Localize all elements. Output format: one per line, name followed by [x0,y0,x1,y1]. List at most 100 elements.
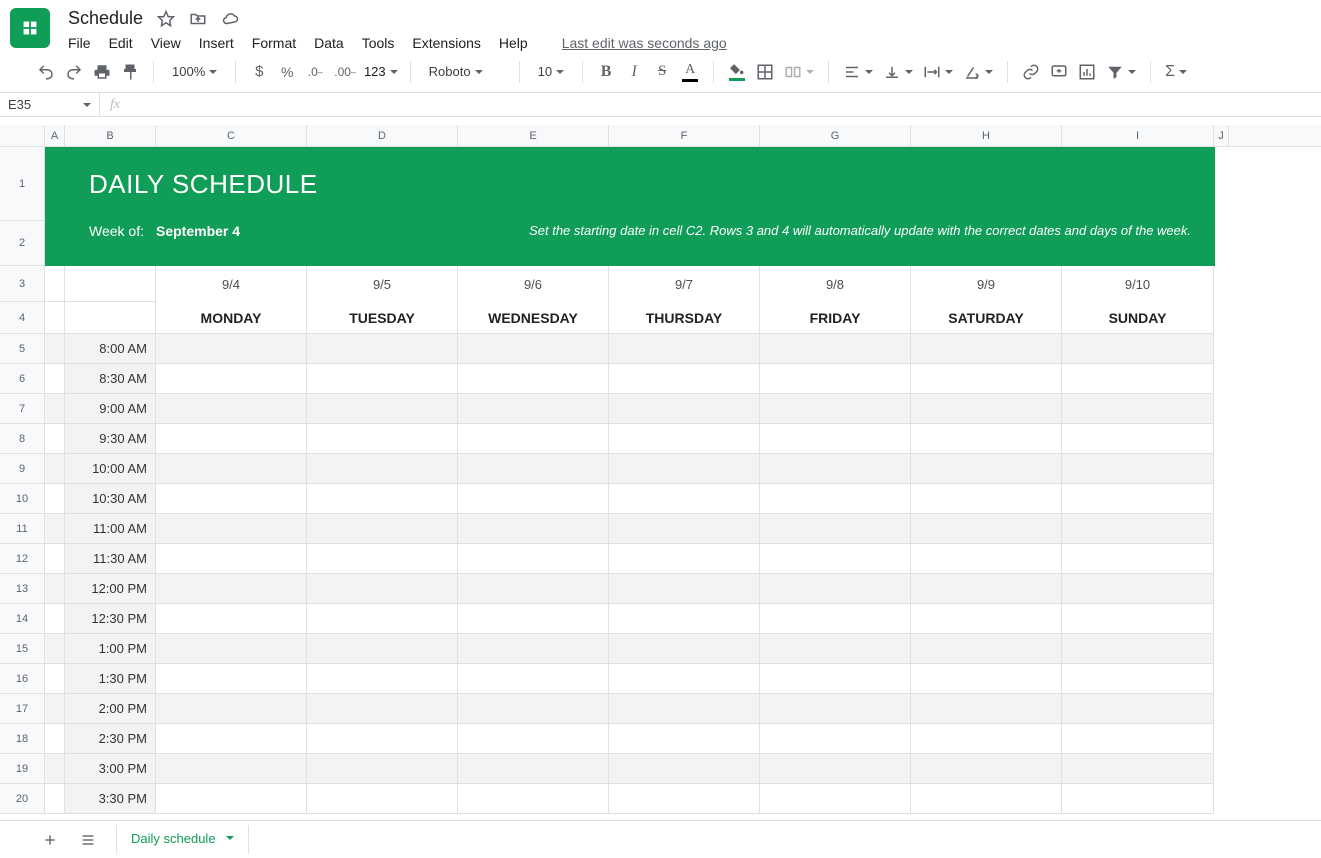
cell[interactable] [458,784,609,814]
menu-help[interactable]: Help [499,35,528,51]
menu-file[interactable]: File [68,35,91,51]
cell[interactable] [458,574,609,604]
week-of-date[interactable]: September 4 [156,221,307,266]
cell[interactable] [45,694,65,724]
cell[interactable] [307,604,458,634]
cell[interactable] [156,334,307,364]
cell[interactable] [45,754,65,784]
time-label[interactable]: 3:00 PM [65,754,156,784]
week-of-label[interactable]: Week of: [65,221,156,266]
row-header[interactable]: 2 [0,221,45,266]
cell[interactable] [609,514,760,544]
cell[interactable] [458,754,609,784]
col-header[interactable]: J [1214,125,1229,146]
vertical-align-button[interactable] [881,59,915,85]
day-cell[interactable]: SUNDAY [1062,302,1214,334]
cell[interactable] [156,514,307,544]
cell[interactable] [760,394,911,424]
time-label[interactable]: 3:30 PM [65,784,156,814]
day-cell[interactable]: THURSDAY [609,302,760,334]
cell[interactable] [458,604,609,634]
cell[interactable] [458,664,609,694]
cell[interactable] [609,754,760,784]
cell[interactable] [609,544,760,574]
format-percent-button[interactable]: % [276,59,298,85]
row-header[interactable]: 13 [0,574,45,604]
cell[interactable] [1062,334,1214,364]
cell[interactable] [760,694,911,724]
horizontal-align-button[interactable] [841,59,875,85]
cell[interactable] [458,454,609,484]
col-header[interactable]: F [609,125,760,146]
cell[interactable] [307,394,458,424]
functions-button[interactable]: Σ [1163,59,1189,85]
day-cell[interactable]: MONDAY [156,302,307,334]
cell[interactable] [1062,604,1214,634]
format-currency-button[interactable]: $ [248,59,270,85]
cell[interactable] [45,266,65,302]
undo-button[interactable] [35,59,57,85]
cell[interactable] [45,784,65,814]
cell[interactable] [911,574,1062,604]
cloud-icon[interactable] [221,10,239,28]
row-header[interactable]: 11 [0,514,45,544]
cell[interactable] [1062,394,1214,424]
cell[interactable] [760,544,911,574]
date-cell[interactable]: 9/5 [307,266,458,302]
cell[interactable] [307,334,458,364]
cell[interactable] [911,784,1062,814]
move-icon[interactable] [189,10,207,28]
number-format-select[interactable]: 123 [364,64,398,79]
cell[interactable] [609,724,760,754]
cell[interactable] [458,544,609,574]
time-label[interactable]: 8:00 AM [65,334,156,364]
fill-color-button[interactable] [726,59,748,85]
cell[interactable] [609,664,760,694]
cell[interactable] [156,424,307,454]
row-header[interactable]: 7 [0,394,45,424]
cell[interactable] [609,394,760,424]
cell[interactable] [65,302,156,334]
col-header[interactable]: C [156,125,307,146]
menu-extensions[interactable]: Extensions [412,35,480,51]
cell[interactable] [45,634,65,664]
date-cell[interactable]: 9/9 [911,266,1062,302]
cell[interactable] [911,364,1062,394]
cell[interactable] [760,484,911,514]
doc-title[interactable]: Schedule [68,8,143,29]
cell[interactable] [1062,754,1214,784]
cell[interactable] [1062,424,1214,454]
cell[interactable] [45,334,65,364]
cell[interactable] [307,574,458,604]
cell[interactable] [458,634,609,664]
cell[interactable] [911,694,1062,724]
italic-button[interactable]: I [623,59,645,85]
time-label[interactable]: 9:00 AM [65,394,156,424]
time-label[interactable]: 1:00 PM [65,634,156,664]
col-header[interactable]: G [760,125,911,146]
font-size-select[interactable]: 10 [532,64,570,79]
cell[interactable] [45,394,65,424]
cell[interactable] [760,604,911,634]
cell[interactable] [911,604,1062,634]
cell[interactable] [911,634,1062,664]
cell[interactable] [45,544,65,574]
cell[interactable] [307,544,458,574]
decrease-decimal-button[interactable]: .0_ [304,59,326,85]
text-rotation-button[interactable] [961,59,995,85]
cell[interactable] [45,147,65,221]
paint-format-button[interactable] [119,59,141,85]
cell[interactable] [156,364,307,394]
strikethrough-button[interactable]: S [651,59,673,85]
cell[interactable] [911,334,1062,364]
menu-edit[interactable]: Edit [109,35,133,51]
cell[interactable] [911,424,1062,454]
borders-button[interactable] [754,59,776,85]
row-header[interactable]: 19 [0,754,45,784]
cell[interactable] [911,664,1062,694]
cell[interactable] [1062,664,1214,694]
time-label[interactable]: 12:30 PM [65,604,156,634]
cell[interactable] [1062,514,1214,544]
date-cell[interactable]: 9/8 [760,266,911,302]
print-button[interactable] [91,59,113,85]
